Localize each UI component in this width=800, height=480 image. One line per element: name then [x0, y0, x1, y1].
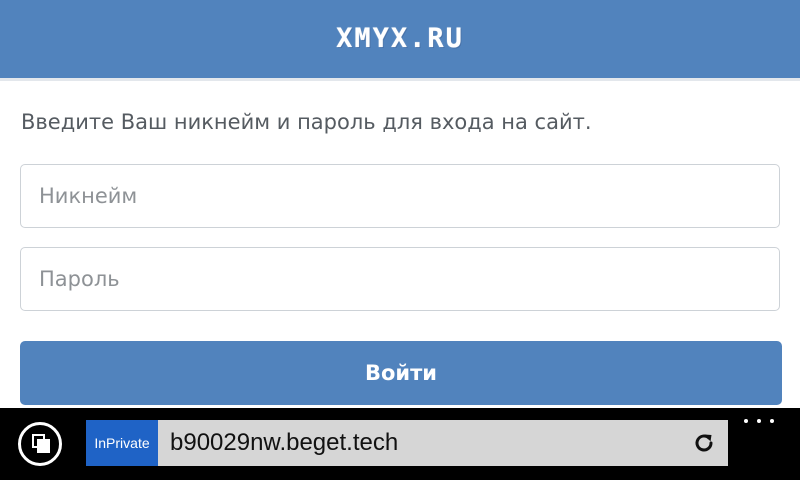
more-icon[interactable] — [744, 414, 774, 428]
more-dot — [757, 419, 761, 423]
site-header: XMYX.RU — [0, 0, 800, 81]
tabs-icon[interactable] — [18, 422, 62, 466]
password-input[interactable] — [21, 248, 779, 310]
login-button[interactable]: Войти — [20, 341, 782, 405]
login-prompt: Введите Ваш никнейм и пароль для входа н… — [21, 110, 592, 134]
login-button-label: Войти — [364, 361, 438, 385]
site-logo[interactable]: XMYX.RU — [336, 23, 464, 54]
tabs-icon-front-square — [37, 439, 50, 453]
more-dot — [770, 419, 774, 423]
nickname-field[interactable] — [20, 164, 780, 228]
page: XMYX.RU Введите Ваш никнейм и пароль для… — [0, 0, 800, 480]
nickname-input[interactable] — [21, 165, 779, 227]
inprivate-badge: InPrivate — [86, 420, 158, 466]
url-text[interactable]: b90029nw.beget.tech — [170, 420, 398, 466]
more-dot — [744, 419, 748, 423]
browser-address-bar-panel: InPrivate b90029nw.beget.tech — [0, 408, 800, 480]
password-field[interactable] — [20, 247, 780, 311]
address-bar[interactable]: InPrivate b90029nw.beget.tech — [86, 420, 728, 466]
refresh-icon[interactable] — [692, 431, 716, 455]
